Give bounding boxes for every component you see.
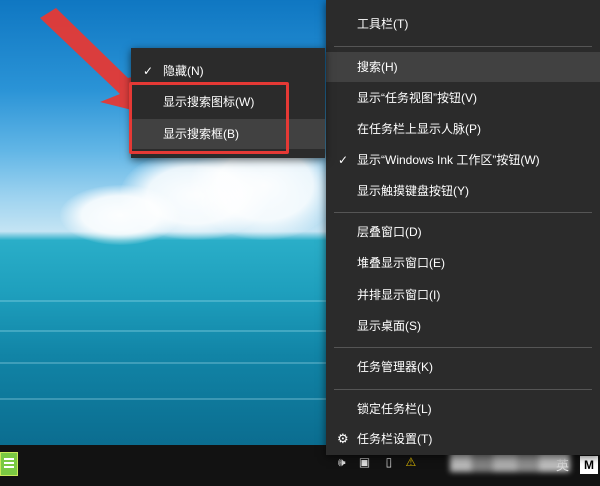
tray-icons[interactable]: 🕪 ▣ ▯ ⚠ <box>338 455 416 475</box>
water-ripple <box>0 300 340 302</box>
menu-item-windows-ink[interactable]: ✓ 显示“Windows Ink 工作区”按钮(W) <box>326 145 600 175</box>
menu-item-lock-taskbar[interactable]: 锁定任务栏(L) <box>326 394 600 424</box>
menu-separator <box>334 347 592 348</box>
wallpaper-cloud <box>60 185 180 245</box>
menu-item-task-view[interactable]: 显示“任务视图”按钮(V) <box>326 83 600 113</box>
menu-separator <box>334 46 592 47</box>
gear-icon: ⚙ <box>337 431 349 446</box>
menu-separator <box>334 389 592 390</box>
menu-item-people[interactable]: 在任务栏上显示人脉(P) <box>326 114 600 144</box>
menu-item-stacked[interactable]: 堆叠显示窗口(E) <box>326 248 600 278</box>
water-ripple <box>0 330 340 332</box>
menu-item-side-by-side[interactable]: 并排显示窗口(I) <box>326 280 600 310</box>
menu-item-show-desktop[interactable]: 显示桌面(S) <box>326 311 600 341</box>
menu-item-toolbars[interactable]: 工具栏(T) <box>326 9 600 39</box>
network-icon[interactable]: ▯ <box>386 455 393 469</box>
water-ripple <box>0 398 340 400</box>
ime-mode[interactable]: M <box>580 456 598 474</box>
annotation-red-box <box>129 82 289 154</box>
menu-separator <box>334 212 592 213</box>
speaker-icon[interactable]: 🕪 <box>338 455 346 469</box>
menu-item-taskbar-settings[interactable]: ⚙ 任务栏设置(T) <box>326 424 600 454</box>
water-ripple <box>0 362 340 364</box>
menu-item-touch-keyboard[interactable]: 显示触摸键盘按钮(Y) <box>326 176 600 206</box>
app-tray-icon[interactable]: ▣ <box>359 455 370 469</box>
taskbar-app-icon[interactable] <box>0 452 18 476</box>
taskbar-context-menu: 工具栏(T) 搜索(H) 显示“任务视图”按钮(V) 在任务栏上显示人脉(P) … <box>326 0 600 455</box>
menu-item-cascade[interactable]: 层叠窗口(D) <box>326 217 600 247</box>
warning-icon[interactable]: ⚠ <box>406 455 417 469</box>
menu-item-search[interactable]: 搜索(H) <box>326 52 600 82</box>
checkmark-icon: ✓ <box>338 153 349 167</box>
menu-item-task-manager[interactable]: 任务管理器(K) <box>326 352 600 382</box>
